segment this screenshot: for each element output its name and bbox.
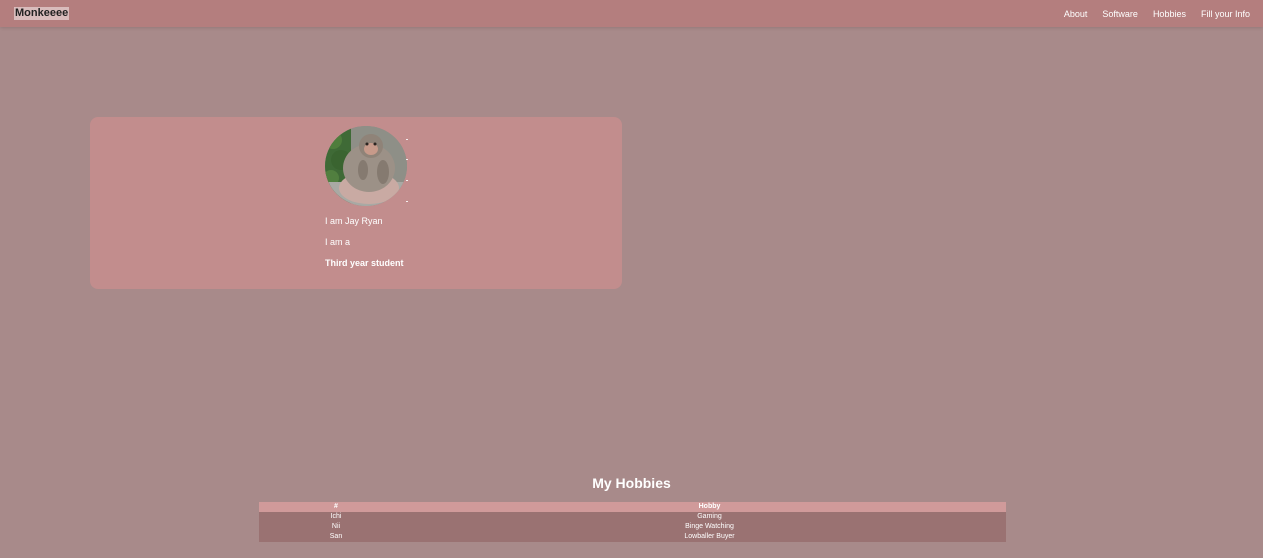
nav-link-fill-info[interactable]: Fill your Info xyxy=(1201,8,1250,20)
hobby-name: Gaming xyxy=(697,513,722,520)
hobby-number: Nii xyxy=(331,523,341,530)
table-row: Ichi Gaming xyxy=(259,512,1006,522)
profile-year: Third year student xyxy=(325,258,404,268)
brand-logo[interactable]: Monkeeee xyxy=(14,7,70,20)
nav-link-about[interactable]: About xyxy=(1064,8,1088,20)
hobbies-title: My Hobbies xyxy=(592,475,671,491)
avatar xyxy=(325,126,407,206)
profile-name: I am Jay Ryan xyxy=(325,216,383,226)
profile-role: I am a xyxy=(325,237,351,247)
hobbies-table: # Hobby Ichi Gaming Nii Binge Watching S… xyxy=(259,502,1006,542)
column-header-number: # xyxy=(334,503,338,510)
monkey-photo-icon xyxy=(325,126,407,206)
hobby-name: Lowballer Buyer xyxy=(684,533,735,540)
table-row: Nii Binge Watching xyxy=(259,522,1006,532)
hobby-name: Binge Watching xyxy=(685,523,734,530)
hobby-number: San xyxy=(329,533,343,540)
nav-link-software[interactable]: Software xyxy=(1102,8,1138,20)
navbar: Monkeeee About Software Hobbies Fill you… xyxy=(0,0,1263,27)
nav-link-hobbies[interactable]: Hobbies xyxy=(1153,8,1186,20)
decorative-dots xyxy=(406,137,410,207)
table-row: San Lowballer Buyer xyxy=(259,532,1006,542)
profile-card: I am Jay Ryan I am a Third year student xyxy=(90,117,622,289)
hobby-number: Ichi xyxy=(330,513,342,520)
table-header-row: # Hobby xyxy=(259,502,1006,512)
nav-links: About Software Hobbies Fill your Info xyxy=(1064,8,1250,20)
column-header-hobby: Hobby xyxy=(698,503,721,510)
